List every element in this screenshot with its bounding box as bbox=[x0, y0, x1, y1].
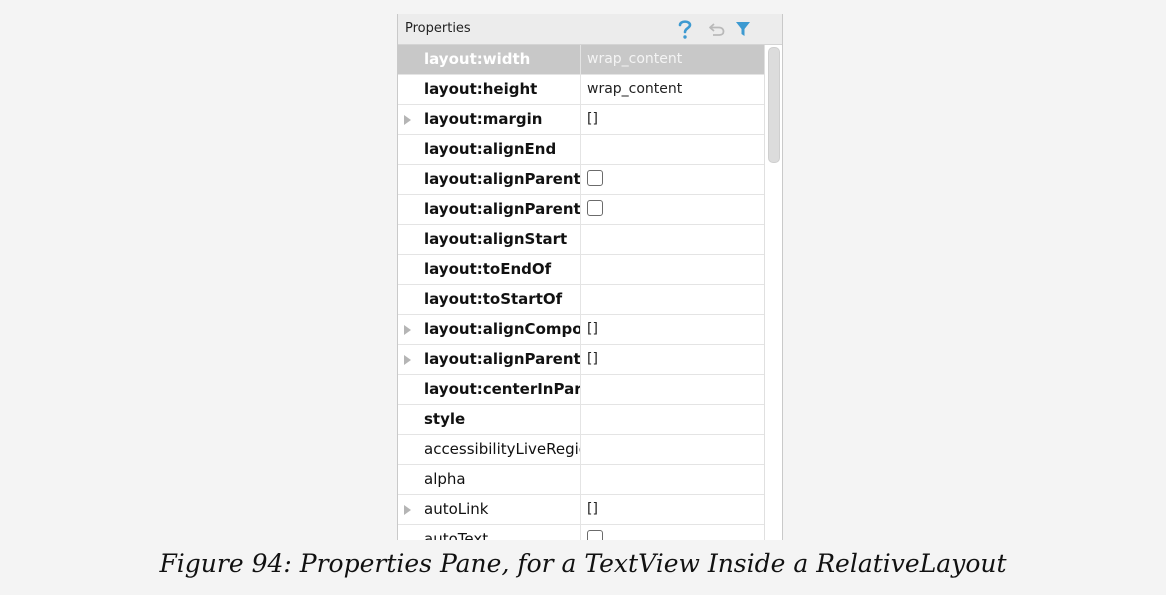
property-name-cell[interactable]: style bbox=[398, 405, 581, 434]
property-row[interactable]: layout:alignParent bbox=[398, 195, 764, 225]
property-value: wrap_content bbox=[587, 51, 683, 67]
expand-arrow-icon[interactable] bbox=[404, 355, 411, 365]
property-value-cell[interactable]: wrap_content bbox=[581, 75, 764, 104]
restore-default-icon[interactable] bbox=[707, 17, 727, 41]
panel-title: Properties bbox=[405, 21, 471, 36]
property-row[interactable]: layout:toStartOf bbox=[398, 285, 764, 315]
property-name: layout:toStartOf bbox=[424, 290, 563, 308]
property-name: layout:height bbox=[424, 80, 538, 98]
property-row[interactable]: accessibilityLiveRegio bbox=[398, 435, 764, 465]
property-name-cell[interactable]: layout:alignParent bbox=[398, 165, 581, 194]
property-name: autoLink bbox=[424, 500, 489, 518]
property-value-cell[interactable] bbox=[581, 435, 764, 464]
property-row[interactable]: autoLink [] bbox=[398, 495, 764, 525]
property-value: [] bbox=[587, 321, 598, 337]
property-value-cell[interactable] bbox=[581, 405, 764, 434]
property-value-cell[interactable] bbox=[581, 135, 764, 164]
property-row[interactable]: layout:height wrap_content bbox=[398, 75, 764, 105]
property-row[interactable]: alpha bbox=[398, 465, 764, 495]
property-value-cell[interactable]: [] bbox=[581, 105, 764, 134]
property-checkbox[interactable] bbox=[587, 529, 603, 540]
property-name-cell[interactable]: layout:alignParent bbox=[398, 195, 581, 224]
property-value: wrap_content bbox=[587, 81, 683, 97]
property-name: layout:alignParent bbox=[424, 200, 581, 218]
scrollbar-thumb[interactable] bbox=[768, 47, 780, 163]
property-name: layout:width bbox=[424, 50, 531, 68]
property-name: style bbox=[424, 410, 466, 428]
property-name-cell[interactable]: accessibilityLiveRegio bbox=[398, 435, 581, 464]
property-value-cell[interactable] bbox=[581, 285, 764, 314]
property-value-cell[interactable] bbox=[581, 255, 764, 284]
question-mark-icon[interactable] bbox=[675, 17, 695, 41]
property-name: layout:alignStart bbox=[424, 230, 568, 248]
property-value-cell[interactable]: wrap_content bbox=[581, 45, 764, 74]
figure: Properties layout:width wrap_content lay… bbox=[0, 0, 1166, 595]
property-name-cell[interactable]: layout:toStartOf bbox=[398, 285, 581, 314]
property-value-cell[interactable] bbox=[581, 525, 764, 540]
expand-arrow-icon[interactable] bbox=[404, 115, 411, 125]
property-value-cell[interactable] bbox=[581, 195, 764, 224]
property-name: accessibilityLiveRegio bbox=[424, 440, 581, 458]
property-name-cell[interactable]: layout:alignStart bbox=[398, 225, 581, 254]
property-value: [] bbox=[587, 351, 598, 367]
property-name-cell[interactable]: layout:width bbox=[398, 45, 581, 74]
property-row[interactable]: layout:alignEnd bbox=[398, 135, 764, 165]
property-value-cell[interactable]: [] bbox=[581, 345, 764, 374]
property-name-cell[interactable]: layout:alignParent bbox=[398, 345, 581, 374]
filter-icon[interactable] bbox=[733, 17, 753, 41]
property-name: layout:alignParent bbox=[424, 170, 581, 188]
property-row[interactable]: layout:centerInPar bbox=[398, 375, 764, 405]
property-name: alpha bbox=[424, 470, 466, 488]
properties-panel: Properties layout:width wrap_content lay… bbox=[397, 14, 783, 540]
property-row[interactable]: layout:toEndOf bbox=[398, 255, 764, 285]
property-row[interactable]: style bbox=[398, 405, 764, 435]
property-row[interactable]: layout:width wrap_content bbox=[398, 45, 764, 75]
property-name: layout:margin bbox=[424, 110, 543, 128]
property-row[interactable]: layout:alignStart bbox=[398, 225, 764, 255]
figure-caption: Figure 94: Properties Pane, for a TextVi… bbox=[159, 549, 1007, 578]
property-name-cell[interactable]: layout:toEndOf bbox=[398, 255, 581, 284]
expand-arrow-icon[interactable] bbox=[404, 325, 411, 335]
property-name: layout:centerInPar bbox=[424, 380, 581, 398]
panel-header: Properties bbox=[398, 14, 782, 45]
property-name: layout:alignParent bbox=[424, 350, 581, 368]
property-name: layout:alignEnd bbox=[424, 140, 557, 158]
property-checkbox[interactable] bbox=[587, 199, 603, 216]
property-row[interactable]: layout:alignParent [] bbox=[398, 345, 764, 375]
property-value-cell[interactable]: [] bbox=[581, 315, 764, 344]
property-name-cell[interactable]: layout:alignCompo bbox=[398, 315, 581, 344]
property-name-cell[interactable]: autoLink bbox=[398, 495, 581, 524]
property-row[interactable]: autoText bbox=[398, 525, 764, 540]
property-value-cell[interactable] bbox=[581, 225, 764, 254]
property-checkbox[interactable] bbox=[587, 169, 603, 186]
expand-arrow-icon[interactable] bbox=[404, 505, 411, 515]
property-value-cell[interactable]: [] bbox=[581, 495, 764, 524]
property-name: layout:alignCompo bbox=[424, 320, 581, 338]
property-value-cell[interactable] bbox=[581, 375, 764, 404]
properties-table: layout:width wrap_content layout:height wra… bbox=[398, 45, 764, 540]
property-name-cell[interactable]: layout:height bbox=[398, 75, 581, 104]
property-row[interactable]: layout:alignParent bbox=[398, 165, 764, 195]
property-name-cell[interactable]: layout:margin bbox=[398, 105, 581, 134]
property-name-cell[interactable]: layout:alignEnd bbox=[398, 135, 581, 164]
property-name-cell[interactable]: layout:centerInPar bbox=[398, 375, 581, 404]
property-row[interactable]: layout:margin [] bbox=[398, 105, 764, 135]
property-value: [] bbox=[587, 501, 598, 517]
vertical-scrollbar[interactable] bbox=[764, 45, 782, 540]
property-name: autoText bbox=[424, 530, 489, 540]
property-value: [] bbox=[587, 111, 598, 127]
property-value-cell[interactable] bbox=[581, 465, 764, 494]
property-name-cell[interactable]: autoText bbox=[398, 525, 581, 540]
property-name: layout:toEndOf bbox=[424, 260, 552, 278]
property-row[interactable]: layout:alignCompo [] bbox=[398, 315, 764, 345]
property-name-cell[interactable]: alpha bbox=[398, 465, 581, 494]
property-value-cell[interactable] bbox=[581, 165, 764, 194]
